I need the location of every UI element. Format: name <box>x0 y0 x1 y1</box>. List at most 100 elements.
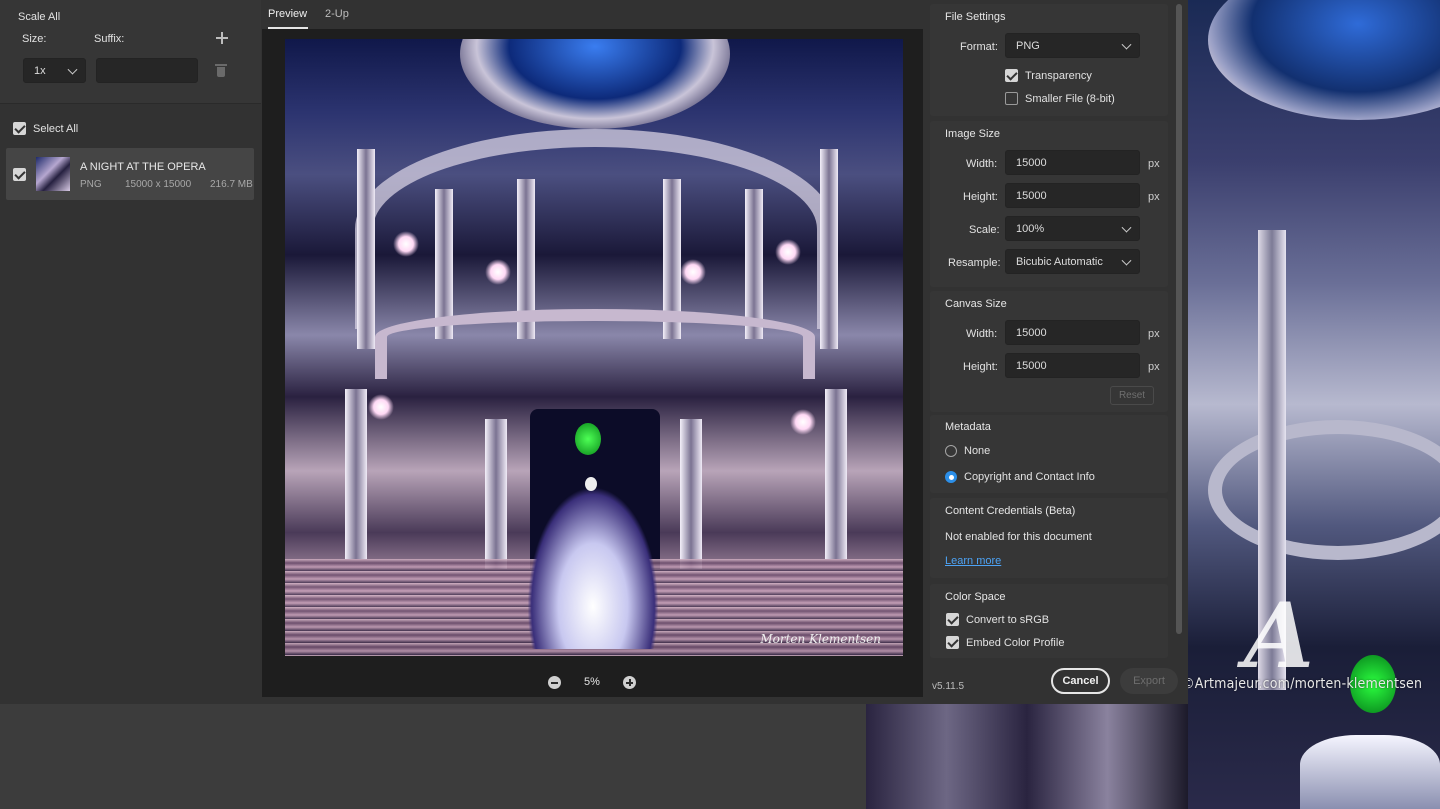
art-lamp <box>790 409 816 435</box>
content-credentials-title: Content Credentials (Beta) <box>945 505 1076 517</box>
content-credentials-section: Content Credentials (Beta) Not enabled f… <box>930 498 1168 578</box>
image-height-input[interactable]: 15000 <box>1005 183 1140 208</box>
metadata-none-label: None <box>964 445 991 457</box>
file-checkbox[interactable] <box>13 168 26 181</box>
background-dancer <box>1300 735 1440 809</box>
chevron-down-icon <box>1121 255 1132 266</box>
art-column <box>680 419 702 569</box>
select-all-label: Select All <box>33 123 79 135</box>
file-thumbnail <box>36 157 70 191</box>
smaller-file-label: Smaller File (8-bit) <box>1025 93 1115 105</box>
color-space-title: Color Space <box>945 591 1006 603</box>
file-settings-section: File Settings Format: PNG Transparency S… <box>930 4 1168 116</box>
format-value: PNG <box>1016 39 1040 52</box>
export-as-dialog: Scale All Size: Suffix: 1x Select All A … <box>0 0 1188 704</box>
suffix-label: Suffix: <box>94 33 125 45</box>
art-column <box>345 389 367 559</box>
smaller-file-checkbox[interactable] <box>1005 92 1018 105</box>
format-label: Format: <box>960 41 998 53</box>
art-column <box>485 419 507 569</box>
art-dome <box>460 39 730 129</box>
scale-all-section: Scale All Size: Suffix: 1x <box>0 0 261 104</box>
resample-value: Bicubic Automatic <box>1016 255 1103 268</box>
art-lamp <box>775 239 801 265</box>
convert-srgb-label: Convert to sRGB <box>966 614 1050 626</box>
image-width-unit: px <box>1148 158 1160 170</box>
watermark-text: ©Artmajeur.com/morten-klementsen <box>1182 676 1423 692</box>
art-column <box>825 389 847 559</box>
version-text: v5.11.5 <box>932 681 965 692</box>
color-space-section: Color Space Convert to sRGB Embed Color … <box>930 584 1168 658</box>
art-signature: Morten Klementsen <box>760 632 881 646</box>
file-list-item[interactable]: A NIGHT AT THE OPERA PNG 15000 x 15000 2… <box>6 148 254 200</box>
art-lamp <box>368 394 394 420</box>
format-dropdown[interactable]: PNG <box>1005 33 1140 58</box>
image-height-label: Height: <box>963 191 998 203</box>
zoom-in-icon[interactable] <box>623 676 636 689</box>
image-size-section: Image Size Width: 15000 px Height: 15000… <box>930 121 1168 287</box>
file-name: A NIGHT AT THE OPERA <box>80 161 206 173</box>
chevron-down-icon <box>67 64 78 75</box>
size-label: Size: <box>22 33 47 45</box>
export-button[interactable]: Export <box>1120 668 1178 694</box>
file-settings-title: File Settings <box>945 11 1006 23</box>
zoom-level: 5% <box>584 676 600 688</box>
art-green-ornament <box>575 423 601 455</box>
metadata-copyright-radio[interactable] <box>945 471 957 483</box>
metadata-none-radio[interactable] <box>945 445 957 457</box>
metadata-title: Metadata <box>945 421 991 433</box>
canvas-height-label: Height: <box>963 361 998 373</box>
preview-image: Morten Klementsen <box>285 39 903 656</box>
size-dropdown-value: 1x <box>34 64 46 77</box>
add-scale-icon[interactable] <box>216 32 228 44</box>
image-width-input[interactable]: 15000 <box>1005 150 1140 175</box>
art-column <box>820 149 838 349</box>
chevron-down-icon <box>1121 39 1132 50</box>
cancel-button[interactable]: Cancel <box>1051 668 1110 694</box>
canvas-height-input[interactable]: 15000 <box>1005 353 1140 378</box>
image-size-title: Image Size <box>945 128 1001 140</box>
chevron-down-icon <box>1121 222 1132 233</box>
canvas-width-unit: px <box>1148 328 1160 340</box>
transparency-label: Transparency <box>1025 70 1092 82</box>
background-desktop <box>0 704 866 809</box>
background-dome <box>1208 0 1440 120</box>
background-balcony <box>1208 420 1440 560</box>
convert-srgb-checkbox[interactable] <box>946 613 959 626</box>
embed-profile-checkbox[interactable] <box>946 636 959 649</box>
metadata-section: Metadata None Copyright and Contact Info <box>930 415 1168 493</box>
learn-more-link[interactable]: Learn more <box>945 555 1001 567</box>
scale-dropdown[interactable]: 100% <box>1005 216 1140 241</box>
delete-scale-icon[interactable] <box>215 63 227 77</box>
suffix-input[interactable] <box>96 58 198 83</box>
scale-label: Scale: <box>969 224 1000 236</box>
preview-canvas[interactable]: Morten Klementsen <box>262 29 923 697</box>
zoom-out-icon[interactable] <box>548 676 561 689</box>
canvas-width-label: Width: <box>966 328 998 340</box>
background-artwork-bottom <box>866 704 1188 809</box>
scale-value: 100% <box>1016 222 1045 235</box>
settings-scrollbar[interactable] <box>1176 4 1182 634</box>
content-credentials-status: Not enabled for this document <box>945 531 1092 543</box>
resample-dropdown[interactable]: Bicubic Automatic <box>1005 249 1140 274</box>
canvas-height-unit: px <box>1148 361 1160 373</box>
size-dropdown[interactable]: 1x <box>23 58 86 83</box>
art-lamp <box>485 259 511 285</box>
art-lamp <box>680 259 706 285</box>
settings-panel: File Settings Format: PNG Transparency S… <box>924 0 1188 704</box>
image-height-unit: px <box>1148 191 1160 203</box>
file-size: 216.7 MB <box>210 179 253 190</box>
reset-button[interactable]: Reset <box>1110 386 1154 405</box>
embed-profile-label: Embed Color Profile <box>966 637 1065 649</box>
tab-preview[interactable]: Preview <box>268 8 307 20</box>
left-panel: Scale All Size: Suffix: 1x Select All A … <box>0 0 261 704</box>
art-dancer-head <box>585 477 597 491</box>
tab-2-up[interactable]: 2-Up <box>325 8 349 20</box>
transparency-checkbox[interactable] <box>1005 69 1018 82</box>
canvas-width-input[interactable]: 15000 <box>1005 320 1140 345</box>
image-width-label: Width: <box>966 158 998 170</box>
file-format: PNG <box>80 179 102 190</box>
art-lamp <box>393 231 419 257</box>
file-dimensions: 15000 x 15000 <box>125 179 192 190</box>
select-all-checkbox[interactable] <box>13 122 26 135</box>
